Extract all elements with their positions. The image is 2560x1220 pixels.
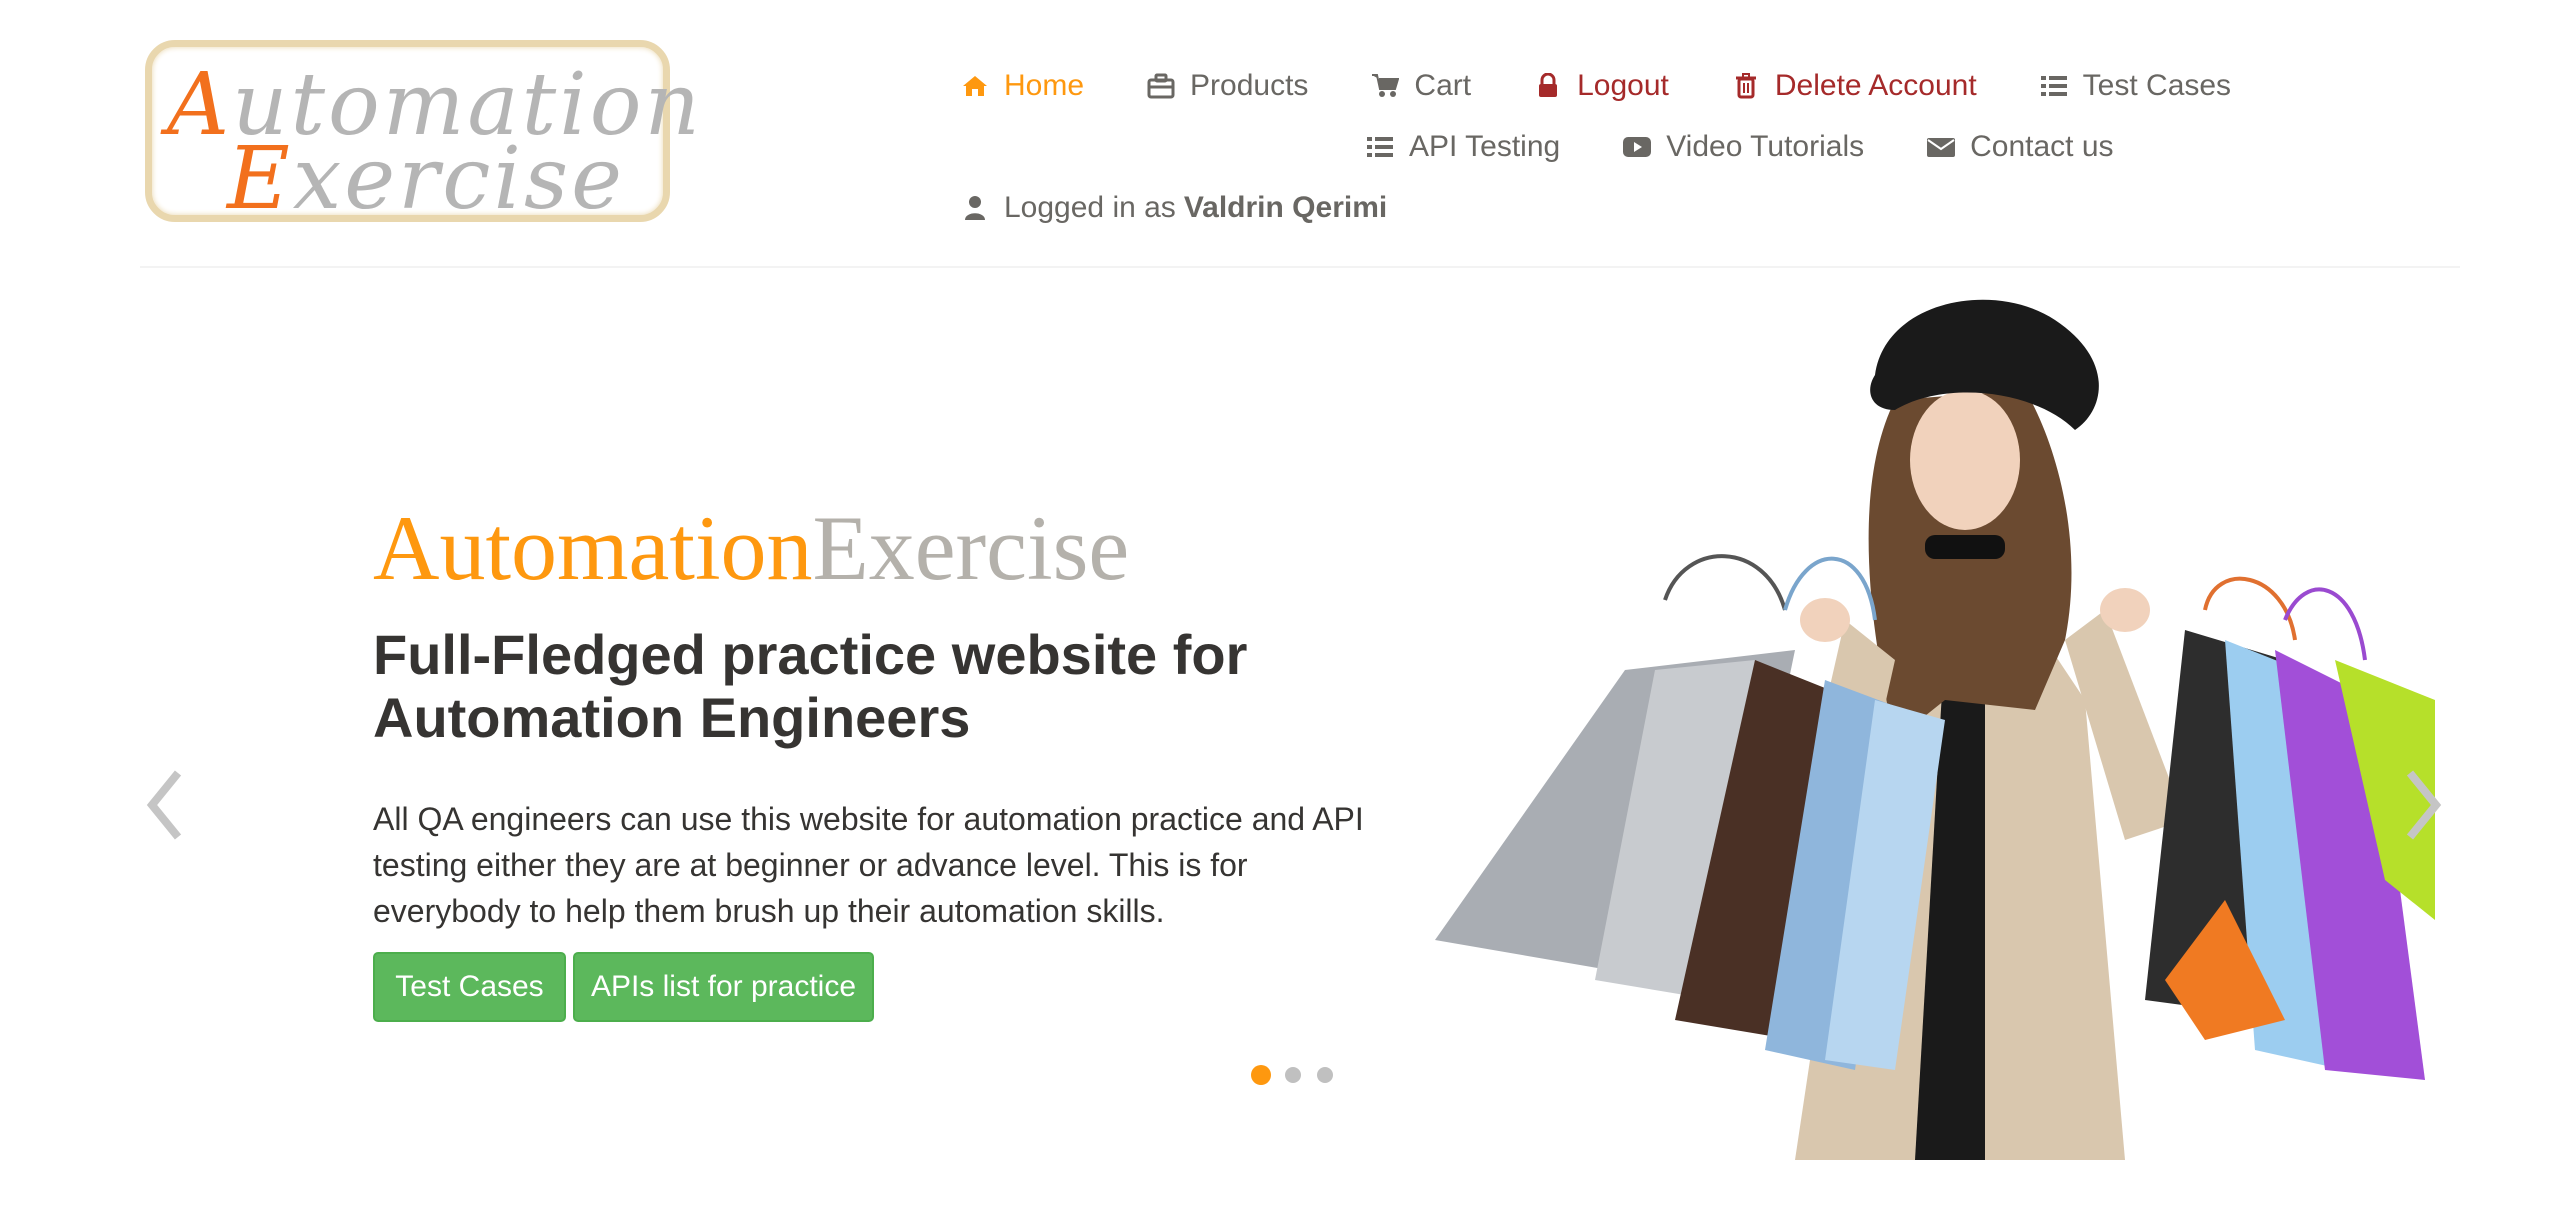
nav-video-tutorials-label: Video Tutorials (1666, 129, 1865, 163)
nav-delete-account[interactable]: Delete Account (1731, 69, 1977, 103)
trash-icon (1731, 71, 1761, 101)
carousel-prev-button[interactable] (140, 765, 190, 845)
nav-products-label: Products (1190, 68, 1309, 102)
logged-in-prefix: Logged in as (1004, 190, 1176, 224)
nav-cart[interactable]: Cart (1370, 69, 1471, 103)
hero-title-part2: Exercise (812, 497, 1130, 599)
nav-logout-label: Logout (1577, 68, 1669, 102)
briefcase-icon (1146, 71, 1176, 101)
nav-logout[interactable]: Logout (1533, 69, 1669, 103)
nav-api-testing-label: API Testing (1409, 129, 1561, 163)
apis-list-button[interactable]: APIs list for practice (573, 952, 874, 1022)
user-icon (960, 193, 990, 223)
nav-test-cases[interactable]: Test Cases (2039, 69, 2231, 103)
nav-api-testing[interactable]: API Testing (1365, 130, 1560, 164)
carousel-dot-1[interactable] (1251, 1065, 1271, 1085)
hero-image-shopping-girl (1435, 299, 2435, 1160)
list-icon (1365, 132, 1395, 162)
site-header: Automation Exercise Home Products Cart L… (0, 0, 2560, 268)
nav-home[interactable]: Home (960, 69, 1084, 103)
carousel-dot-2[interactable] (1285, 1067, 1301, 1083)
hero-title: AutomationExercise (373, 495, 1129, 601)
lock-icon (1533, 71, 1563, 101)
test-cases-button[interactable]: Test Cases (373, 952, 566, 1022)
main-nav: Home Products Cart Logout Delete Account… (960, 55, 2231, 238)
youtube-icon (1622, 132, 1652, 162)
chevron-left-icon (146, 770, 182, 840)
hero-subtitle: Full-Fledged practice website for Automa… (373, 623, 1248, 749)
carousel-next-button[interactable] (2398, 765, 2448, 845)
nav-cart-label: Cart (1414, 68, 1472, 102)
nav-home-label: Home (1004, 68, 1085, 102)
site-logo[interactable]: Automation Exercise (145, 40, 700, 229)
nav-contact-us-label: Contact us (1970, 129, 2114, 163)
chevron-right-icon (2406, 770, 2442, 840)
nav-video-tutorials[interactable]: Video Tutorials (1622, 130, 1864, 164)
nav-test-cases-label: Test Cases (2082, 68, 2232, 102)
logged-in-username: Valdrin Qerimi (1183, 190, 1388, 224)
nav-products[interactable]: Products (1146, 69, 1308, 103)
envelope-icon (1926, 132, 1956, 162)
nav-contact-us[interactable]: Contact us (1926, 129, 2114, 164)
list-icon (2039, 71, 2069, 101)
carousel-dot-3[interactable] (1317, 1067, 1333, 1083)
hero-title-part1: Automation (373, 497, 813, 599)
cart-icon (1370, 71, 1400, 101)
header-divider (140, 266, 2460, 268)
logged-in-status: Logged in as Valdrin Qerimi (960, 191, 1387, 225)
nav-delete-account-label: Delete Account (1774, 68, 1977, 102)
hero-description: All QA engineers can use this website fo… (373, 801, 1364, 929)
logo-line2: Exercise (227, 129, 625, 229)
home-icon (960, 71, 990, 101)
